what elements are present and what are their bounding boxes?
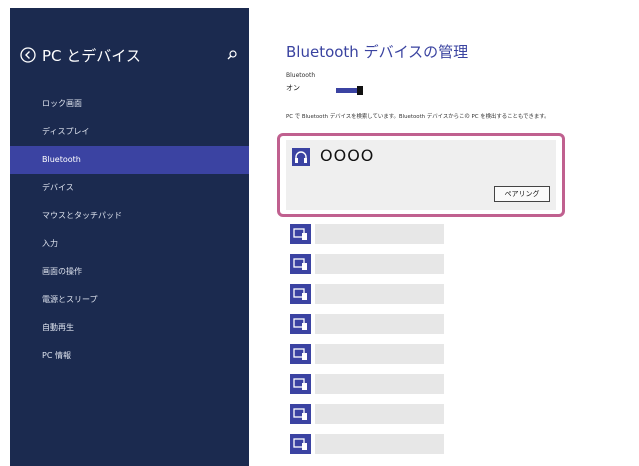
device-icon [290,404,311,424]
sidebar-item-autoplay[interactable]: 自動再生 [10,314,249,342]
sidebar-title: PC とデバイス [42,47,141,65]
device-list-item[interactable] [290,254,444,274]
toggle-track [336,88,358,93]
device-name-bar [315,344,444,364]
sidebar-item-screen-operation[interactable]: 画面の操作 [10,258,249,286]
back-arrow-icon[interactable] [20,47,36,63]
sidebar-item-input[interactable]: 入力 [10,230,249,258]
sidebar-item-bluetooth[interactable]: Bluetooth [10,146,249,174]
device-icon [290,344,311,364]
bluetooth-state: オン [286,84,300,92]
sidebar-item-devices[interactable]: デバイス [10,174,249,202]
sidebar-item-mouse-touchpad[interactable]: マウスとタッチパッド [10,202,249,230]
sidebar-header: PC とデバイス [10,44,249,70]
search-info-text: PC で Bluetooth デバイスを検索しています。Bluetooth デバ… [286,114,550,120]
device-name-bar [315,284,444,304]
device-icon [290,314,311,334]
sidebar-item-display[interactable]: ディスプレイ [10,118,249,146]
search-icon[interactable] [226,49,238,61]
device-list-item[interactable] [290,434,444,454]
device-list-item[interactable] [290,314,444,334]
device-name-bar [315,314,444,334]
sidebar-item-power-sleep[interactable]: 電源とスリープ [10,286,249,314]
sidebar-item-pc-info[interactable]: PC 情報 [10,342,249,370]
device-name-bar [315,254,444,274]
device-icon [290,434,311,454]
device-icon [290,374,311,394]
device-name-bar [315,374,444,394]
bluetooth-toggle[interactable] [336,86,364,95]
device-list-item[interactable] [290,224,444,244]
device-list-item[interactable] [290,404,444,424]
device-name-bar [315,404,444,424]
device-name-bar [315,434,444,454]
device-icon [290,254,311,274]
toggle-thumb [357,86,363,95]
sidebar: PC とデバイス ロック画面 ディスプレイ Bluetooth デバイス マウス… [10,8,249,466]
bluetooth-label: Bluetooth [286,72,316,79]
device-list-item[interactable] [290,374,444,394]
device-icon [290,224,311,244]
device-list-item[interactable] [290,284,444,304]
page-title: Bluetooth デバイスの管理 [286,43,469,61]
sidebar-item-lock-screen[interactable]: ロック画面 [10,90,249,118]
device-list-item[interactable] [290,344,444,364]
device-icon [290,284,311,304]
highlight-frame [277,133,565,217]
device-name-bar [315,224,444,244]
